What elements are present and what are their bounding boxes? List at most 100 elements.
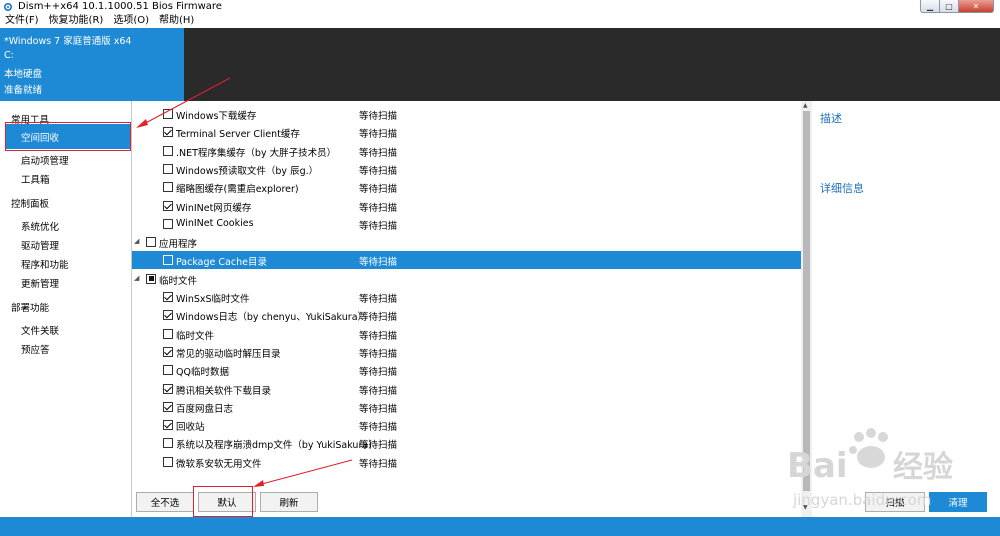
item-status: 等待扫描: [359, 165, 398, 177]
menu-options[interactable]: 选项(O): [108, 14, 154, 28]
item-label: 微软系安软无用文件: [176, 458, 262, 470]
image-status: 准备就绪: [4, 85, 43, 96]
list-group-header[interactable]: ◢ 临时文件: [132, 270, 801, 288]
list-item[interactable]: Windows下载缓存 等待扫描: [132, 105, 801, 123]
sidebar-item-toolbox[interactable]: 工具箱: [21, 172, 50, 186]
item-checkbox[interactable]: [163, 182, 173, 193]
item-checkbox[interactable]: [146, 273, 156, 284]
item-label: 百度网盘日志: [176, 403, 234, 415]
item-label: .NET程序集缓存（by 大胖子技术员）: [176, 147, 337, 159]
status-bar: [0, 517, 1000, 536]
paw-pad: [849, 446, 857, 454]
refresh-button[interactable]: 刷新: [260, 492, 318, 512]
paw-pad: [857, 446, 885, 468]
item-status: 等待扫描: [359, 422, 398, 434]
item-checkbox[interactable]: [163, 328, 173, 339]
expand-arrow-icon[interactable]: ◢: [134, 237, 139, 245]
paw-pad: [854, 432, 864, 442]
list-item[interactable]: 微软系安软无用文件 等待扫描: [132, 453, 801, 471]
item-checkbox[interactable]: [163, 200, 173, 211]
item-checkbox[interactable]: [163, 383, 173, 394]
sidebar-item-updates[interactable]: 更新管理: [21, 276, 59, 290]
item-label: QQ临时数据: [176, 367, 229, 379]
sidebar-item-space-cleanup[interactable]: 空间回收: [6, 124, 131, 149]
item-checkbox[interactable]: [163, 109, 173, 119]
list-item[interactable]: QQ临时数据 等待扫描: [132, 361, 801, 379]
sidebar-item-file-assoc[interactable]: 文件关联: [21, 323, 59, 337]
close-button[interactable]: ✕: [959, 0, 994, 13]
list-item[interactable]: 回收站 等待扫描: [132, 416, 801, 434]
sidebar: 常用工具 空间回收 启动项管理 工具箱 控制面板 系统优化 驱动管理 程序和功能…: [0, 101, 132, 517]
item-checkbox[interactable]: [163, 456, 173, 467]
item-label: Windows下载缓存: [176, 111, 257, 122]
minimize-button[interactable]: ▁: [920, 0, 940, 13]
list-item[interactable]: WinINet Cookies 等待扫描: [132, 215, 801, 233]
menu-help[interactable]: 帮助(H): [154, 14, 199, 28]
menu-bar: 文件(F) 恢复功能(R) 选项(O) 帮助(H): [0, 14, 1000, 28]
list-item[interactable]: Package Cache目录 等待扫描: [132, 251, 801, 270]
item-label: 缩略图缓存(需重启explorer): [176, 184, 299, 196]
item-checkbox[interactable]: [163, 438, 173, 449]
sidebar-item-system-optimize[interactable]: 系统优化: [21, 219, 59, 233]
menu-restore[interactable]: 恢复功能(R): [44, 14, 109, 28]
list-item[interactable]: WinSxS临时文件 等待扫描: [132, 288, 801, 306]
item-label: Windows日志（by chenyu、YukiSakura）: [176, 312, 368, 324]
item-label: 回收站: [176, 422, 205, 434]
list-item[interactable]: Terminal Server Client缓存 等待扫描: [132, 123, 801, 141]
item-label: WinINet Cookies: [176, 217, 254, 229]
item-status: 等待扫描: [359, 129, 398, 141]
sidebar-group-control-panel: 控制面板: [11, 199, 50, 210]
item-checkbox[interactable]: [163, 346, 173, 357]
item-status: 等待扫描: [359, 184, 398, 196]
sidebar-item-programs[interactable]: 程序和功能: [21, 257, 69, 271]
expand-arrow-icon[interactable]: ◢: [134, 274, 139, 282]
item-checkbox[interactable]: [163, 145, 173, 156]
item-status: 等待扫描: [359, 330, 398, 342]
maximize-icon: □: [945, 1, 953, 11]
select-none-button[interactable]: 全不选: [136, 492, 194, 512]
item-checkbox[interactable]: [163, 127, 173, 138]
item-checkbox[interactable]: [146, 237, 156, 248]
list-item[interactable]: 临时文件 等待扫描: [132, 325, 801, 343]
item-checkbox[interactable]: [163, 420, 173, 431]
window-controls: ▁ □ ✕: [920, 0, 994, 13]
sidebar-item-startup[interactable]: 启动项管理: [21, 153, 69, 167]
paw-pad: [878, 432, 888, 442]
paw-pad: [866, 428, 876, 438]
sidebar-item-unattend[interactable]: 预应答: [21, 342, 50, 356]
list-item[interactable]: WinINet网页缓存 等待扫描: [132, 197, 801, 215]
description-title: 描述: [820, 112, 842, 125]
list-item[interactable]: Windows预读取文件（by 辰g.） 等待扫描: [132, 160, 801, 178]
watermark-brand-right: 经验: [893, 450, 953, 485]
list-group-header[interactable]: ◢ 应用程序: [132, 233, 801, 251]
list-item[interactable]: 百度网盘日志 等待扫描: [132, 398, 801, 416]
image-info-panel[interactable]: *Windows 7 家庭普通版 x64 C: 本地硬盘 准备就绪: [0, 28, 184, 101]
sidebar-item-label: 空间回收: [21, 133, 60, 144]
window-title: Dism++x64 10.1.1000.51 Bios Firmware: [18, 1, 222, 12]
scroll-up-icon[interactable]: ▲: [803, 102, 808, 109]
maximize-button[interactable]: □: [940, 0, 959, 13]
list-item[interactable]: Windows日志（by chenyu、YukiSakura） 等待扫描: [132, 306, 801, 324]
list-item[interactable]: .NET程序集缓存（by 大胖子技术员） 等待扫描: [132, 142, 801, 160]
item-label: 临时文件: [159, 275, 198, 287]
close-icon: ✕: [972, 1, 980, 11]
list-item[interactable]: 常见的驱动临时解压目录 等待扫描: [132, 343, 801, 361]
menu-file[interactable]: 文件(F): [0, 14, 44, 28]
list-item[interactable]: 腾讯相关软件下载目录 等待扫描: [132, 380, 801, 398]
item-status: 等待扫描: [359, 312, 398, 324]
list-item[interactable]: 缩略图缓存(需重启explorer) 等待扫描: [132, 178, 801, 196]
sidebar-item-drivers[interactable]: 驱动管理: [21, 238, 59, 252]
item-checkbox[interactable]: [163, 401, 173, 412]
item-checkbox[interactable]: [163, 163, 173, 174]
item-label: 系统以及程序崩溃dmp文件（by YukiSakura）: [176, 440, 378, 452]
item-checkbox[interactable]: [163, 310, 173, 321]
list-item[interactable]: 系统以及程序崩溃dmp文件（by YukiSakura） 等待扫描: [132, 434, 801, 452]
item-status: 等待扫描: [359, 294, 398, 305]
item-checkbox[interactable]: [163, 365, 173, 376]
default-button[interactable]: 默认: [198, 492, 256, 512]
item-checkbox[interactable]: [163, 218, 173, 229]
button-bar: 全不选 默认 刷新: [132, 487, 801, 517]
item-checkbox[interactable]: [163, 292, 173, 302]
details-title: 详细信息: [820, 182, 864, 195]
item-checkbox[interactable]: [163, 255, 173, 266]
